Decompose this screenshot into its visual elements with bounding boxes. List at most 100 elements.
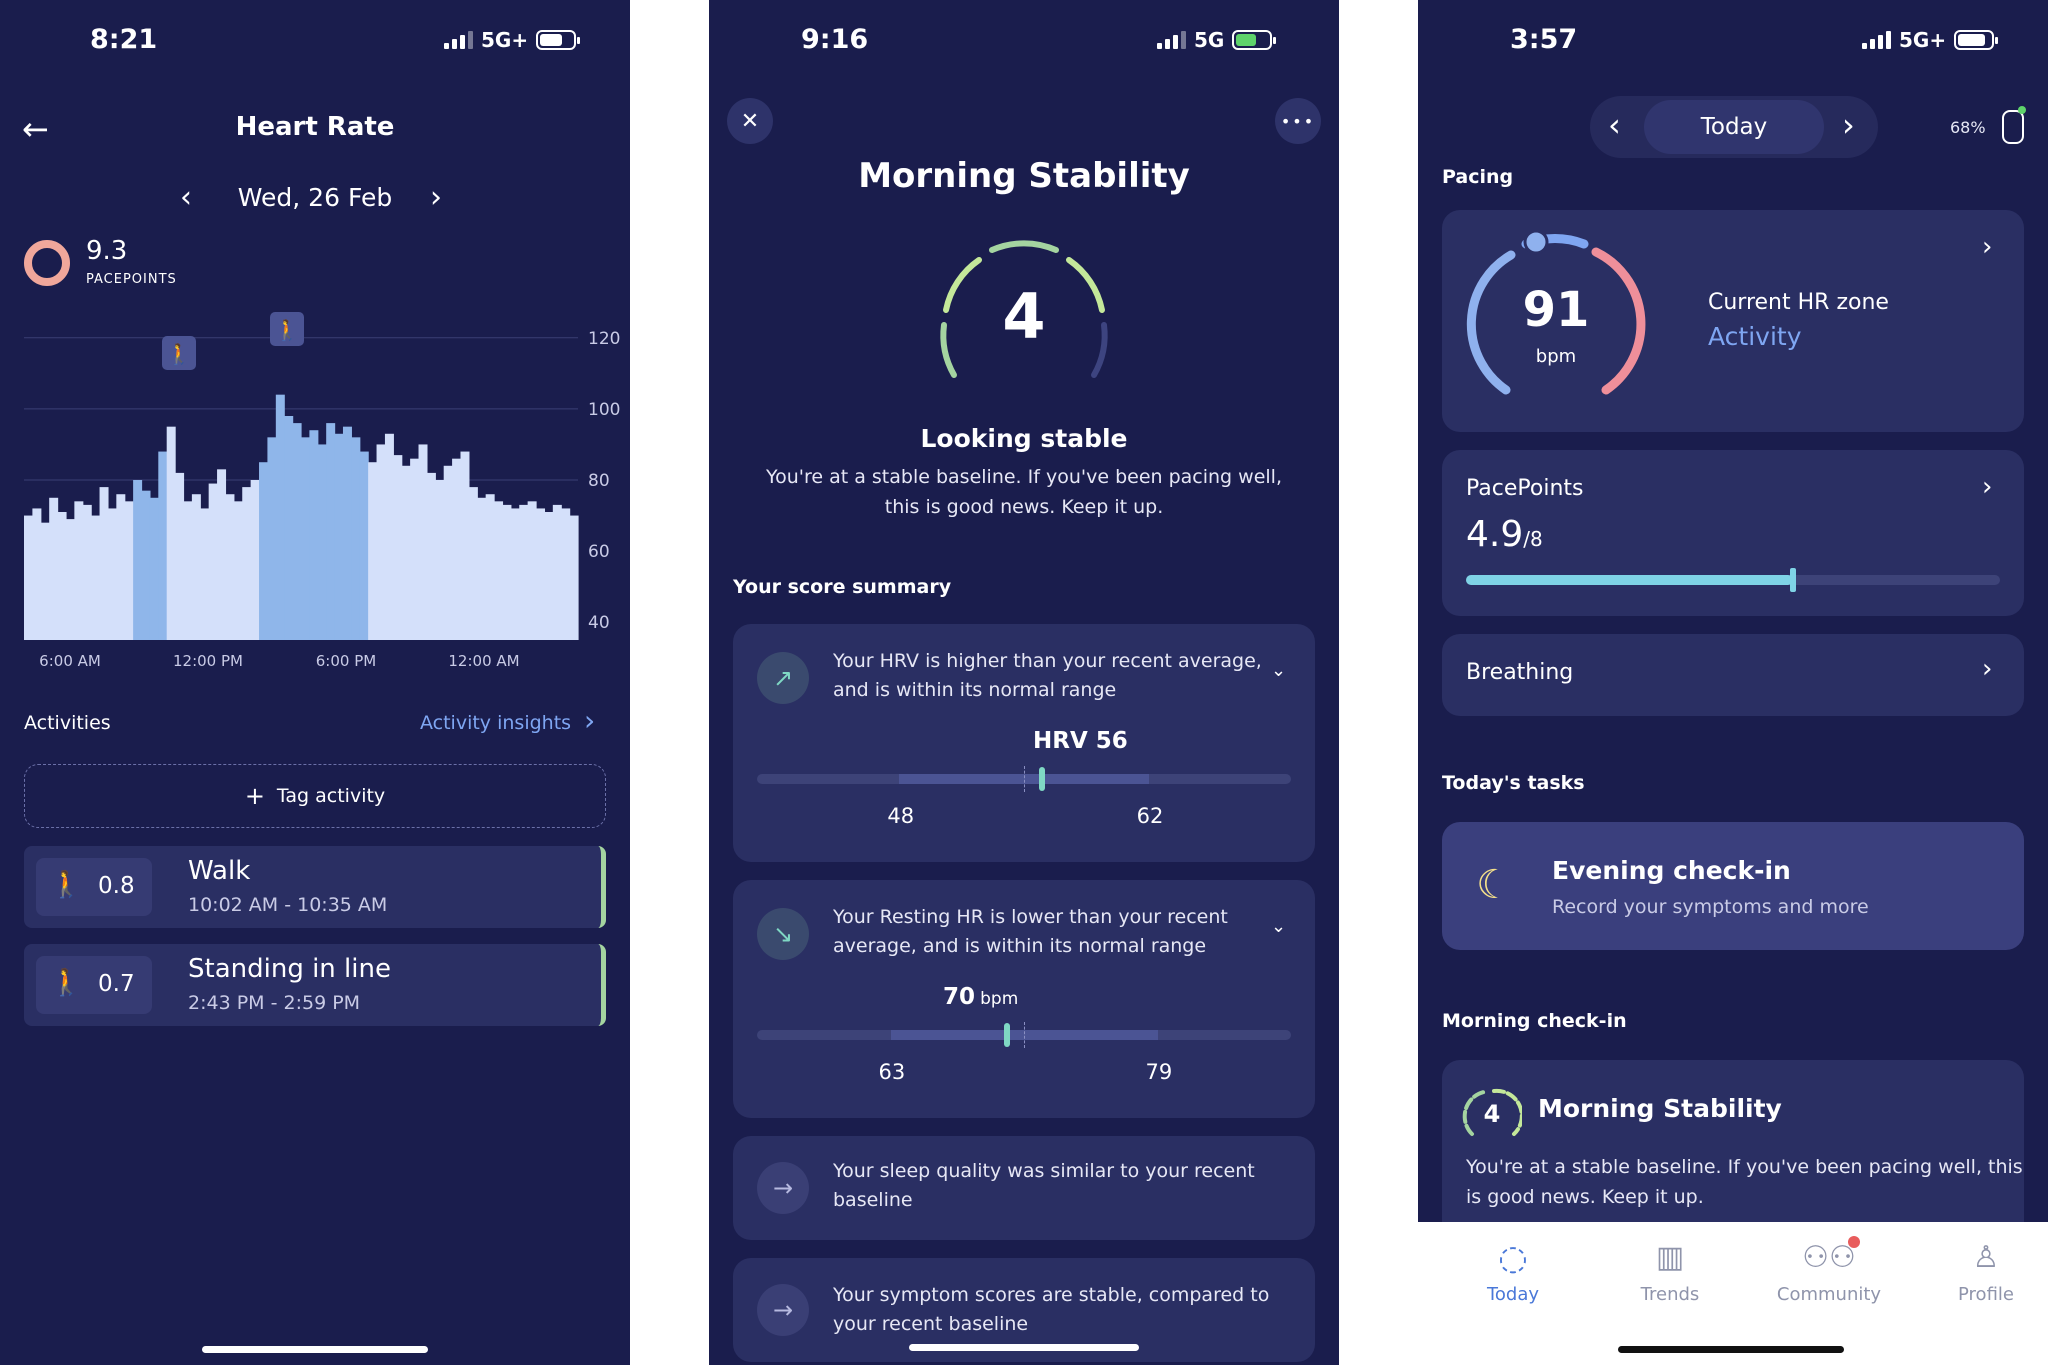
today-pill[interactable]: Today (1644, 100, 1824, 154)
morning-stability-screen: 9:16 5G ✕ ••• Morning Stability 4 Lookin… (709, 0, 1339, 1365)
activity-row[interactable]: 🚶 0.7 Standing in line 2:43 PM - 2:59 PM (24, 944, 606, 1026)
hr-value: 91 (1522, 282, 1590, 338)
evening-checkin-card[interactable]: ☾ Evening check-in Record your symptoms … (1442, 822, 2024, 950)
chevron-right-icon[interactable]: › (1982, 472, 1992, 502)
tab-today[interactable]: ◌ Today (1458, 1238, 1568, 1305)
stability-score: 4 (1002, 280, 1046, 353)
people-icon: ⚇⚇ (1764, 1236, 1894, 1278)
hr-bar (91, 515, 101, 640)
sleep-text: baseline (833, 1189, 913, 1211)
activity-score-chip: 🚶 0.8 (36, 858, 152, 916)
sleep-card[interactable]: → Your sleep quality was similar to your… (733, 1136, 1315, 1240)
activity-time: 10:02 AM - 10:35 AM (188, 894, 388, 916)
close-button[interactable]: ✕ (727, 98, 773, 144)
morning-text: You're at a stable baseline. If you've b… (1466, 1156, 2023, 1178)
activity-insights-link[interactable]: Activity insights (420, 712, 571, 734)
tab-profile[interactable]: ♙ Profile (1931, 1238, 2041, 1305)
hr-bar (359, 451, 369, 640)
tab-community[interactable]: ⚇⚇ Community (1764, 1236, 1894, 1305)
home-indicator (909, 1344, 1139, 1351)
hr-bar (477, 497, 487, 640)
day-navigator: ‹ Today › (1590, 96, 1878, 158)
x-tick-label: 12:00 PM (173, 652, 243, 670)
walk-icon: 🚶 (167, 342, 192, 366)
hrv-text: Your HRV is higher than your recent aver… (833, 650, 1262, 672)
hr-bar (317, 444, 327, 640)
rhr-low: 63 (878, 1060, 906, 1084)
hr-bar (435, 480, 445, 640)
chevron-right-icon[interactable]: › (1982, 654, 1992, 684)
x-tick-label: 6:00 PM (316, 652, 376, 670)
y-tick-label: 60 (588, 542, 610, 562)
hr-bar (217, 469, 227, 640)
pacepoints-label: PacePoints (1466, 476, 1584, 501)
summary-label: Your score summary (733, 576, 952, 598)
chevron-right-icon[interactable]: › (1982, 232, 1992, 262)
hr-bar (57, 512, 67, 640)
hr-bar (536, 508, 546, 640)
network-label: 5G+ (481, 28, 529, 52)
hr-bar (233, 501, 243, 640)
date-label: Wed, 26 Feb (237, 183, 393, 212)
more-icon: ••• (1280, 111, 1316, 131)
hr-bar (502, 504, 512, 640)
hr-bar (200, 508, 210, 640)
hr-bar (208, 483, 218, 640)
rhr-text: Your Resting HR is lower than your recen… (833, 906, 1228, 928)
chart-icon: ▥ (1655, 1240, 1685, 1275)
hr-bar (527, 501, 537, 640)
hr-bar (452, 458, 462, 640)
hrv-range-track (757, 766, 1291, 792)
pacepoints-card[interactable]: PacePoints 4.9/8 › (1442, 450, 2024, 616)
person-icon: ♙ (1972, 1240, 2000, 1275)
current-hr-card[interactable]: 91 bpm Current HR zone Activity › (1442, 210, 2024, 432)
tab-label: Profile (1958, 1284, 2014, 1305)
tag-activity-label: Tag activity (276, 785, 386, 807)
device-battery-pct: 68% (1950, 118, 1986, 137)
resting-hr-card[interactable]: ↘ Your Resting HR is lower than your rec… (733, 880, 1315, 1118)
hr-bar (552, 504, 562, 640)
hr-unit: bpm (1535, 346, 1577, 367)
moon-icon: ☾ (1476, 862, 1512, 908)
home-indicator (1618, 1346, 1844, 1353)
rhr-marker (1004, 1023, 1011, 1047)
hr-bar (410, 458, 420, 640)
hr-bar (519, 504, 529, 640)
tag-activity-button[interactable]: + Tag activity (24, 764, 606, 828)
walk-icon: 🚶 (275, 318, 300, 342)
hr-bar (561, 508, 571, 640)
today-content: 3:57 5G+ ‹ Today › 68% Pacing 91 bpm Cur… (1418, 0, 2048, 1250)
next-day-chevron-icon[interactable]: › (430, 180, 442, 215)
prev-day-chevron-icon[interactable]: ‹ (1608, 106, 1621, 144)
activity-row[interactable]: 🚶 0.8 Walk 10:02 AM - 10:35 AM (24, 846, 606, 928)
status-bar: 5G+ (444, 28, 581, 52)
chevron-down-icon[interactable]: ⌄ (1271, 660, 1286, 681)
battery-icon (536, 30, 581, 50)
tab-trends[interactable]: ▥ Trends (1615, 1238, 1725, 1305)
morning-checkin-label: Morning check-in (1442, 1010, 1627, 1032)
hr-bar (275, 394, 285, 640)
hrv-card[interactable]: ↗ Your HRV is higher than your recent av… (733, 624, 1315, 862)
breathing-card[interactable]: Breathing › (1442, 634, 2024, 716)
arrow-up-right-icon: ↗ (757, 652, 809, 704)
hr-bar (401, 465, 411, 640)
y-tick-label: 100 (588, 400, 620, 420)
hr-bar (376, 444, 386, 640)
x-tick-label: 6:00 AM (39, 652, 101, 670)
wearable-icon[interactable] (2002, 106, 2026, 144)
chevron-right-icon[interactable]: › (584, 704, 595, 737)
tab-label: Trends (1640, 1284, 1700, 1305)
hr-bar (443, 465, 453, 640)
average-line (1024, 766, 1025, 792)
more-options-button[interactable]: ••• (1275, 98, 1321, 144)
hr-bar (158, 451, 168, 640)
next-day-chevron-icon[interactable]: › (1842, 106, 1855, 144)
hr-bar (326, 423, 336, 640)
hr-bar (191, 494, 201, 640)
chevron-down-icon[interactable]: ⌄ (1271, 916, 1286, 937)
average-line (1024, 1022, 1025, 1048)
morning-title: Morning Stability (1538, 1094, 1782, 1123)
sleep-text: Your sleep quality was similar to your r… (833, 1160, 1255, 1182)
home-indicator (202, 1346, 428, 1353)
hr-bar (133, 480, 143, 640)
